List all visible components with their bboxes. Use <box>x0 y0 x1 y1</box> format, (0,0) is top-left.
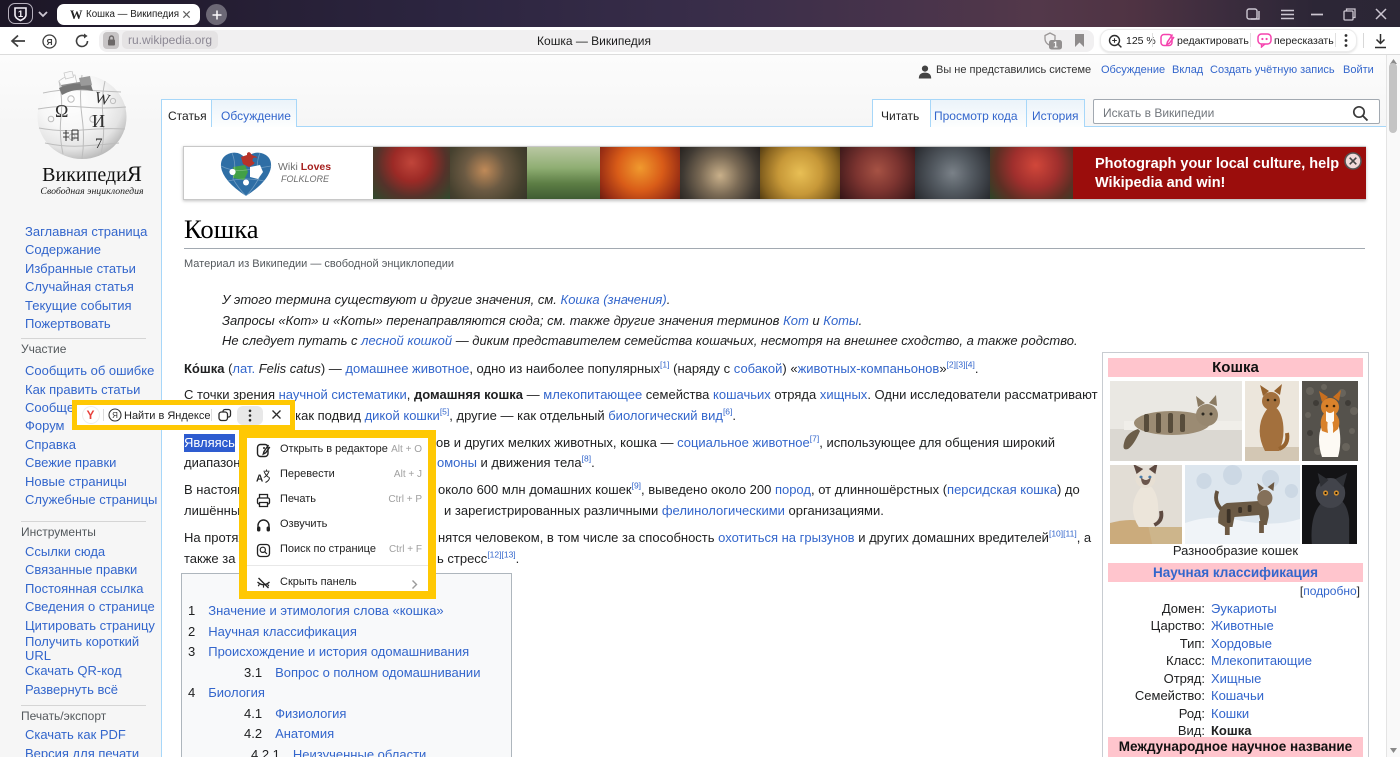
svg-text:A: A <box>256 474 263 484</box>
svg-text:Ω: Ω <box>55 101 68 121</box>
svg-text:7: 7 <box>95 136 103 152</box>
svg-text:1: 1 <box>1053 41 1058 50</box>
svg-text:Я: Я <box>112 411 118 420</box>
svg-text:1: 1 <box>18 9 24 20</box>
svg-text:И: И <box>92 111 105 131</box>
svg-text:Я: Я <box>47 37 53 47</box>
